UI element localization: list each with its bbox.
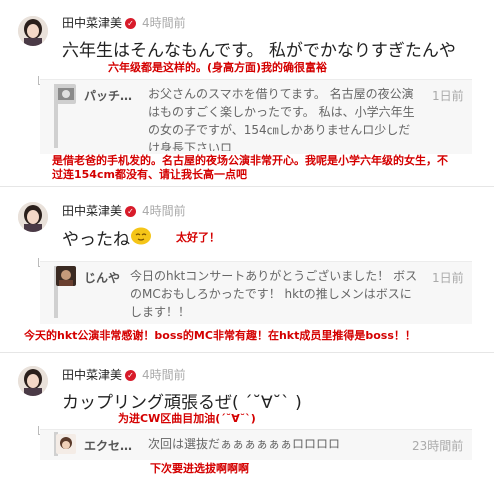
post-message: やったね [62,230,130,250]
translation-annotation: 为进CW区曲目加油(´˘∀˘`) [118,412,256,425]
reply-time[interactable]: 23時間前 [412,437,463,454]
verified-badge-icon: ✓ [125,370,137,381]
reply-translation-annotation: 今天的hkt公演非常感谢！boss的MC非常有趣！在hkt成员里推得是boss！… [24,329,416,342]
post-header: 田中菜津美 ✓ 4時間前 [62,14,186,31]
post-divider [0,186,494,187]
reply-text: 今日のhktコンサートありがとうございました！ ボスのMCおもしろかったです！ … [130,269,418,319]
smile-emoji-icon [130,225,152,245]
reply-username[interactable]: エクセ… [84,437,132,454]
translation-annotation: 六年级都是这样的。(身高方面)我的确很富裕 [108,61,328,74]
reply-time[interactable]: 1日前 [432,269,464,286]
reply-time[interactable]: 1日前 [432,87,464,104]
post-time[interactable]: 4時間前 [142,16,186,30]
reply-text: お父さんのスマホを借りてます。 名古屋の夜公演はものすごく楽しかったです。 私は… [148,87,415,151]
reply-text: 次回は選抜だぁぁぁぁぁぁロロロロ [148,437,341,451]
author-name[interactable]: 田中菜津美 [62,368,122,382]
post-header: 田中菜津美 ✓ 4時間前 [62,202,186,219]
verified-badge-icon: ✓ [125,18,137,29]
reply-translation-annotation: 是借老爸的手机发的。名古屋的夜场公演非常开心。我呢是小学六年级的女生，不过连15… [52,154,448,181]
avatar[interactable] [18,366,48,396]
avatar[interactable] [18,16,48,46]
reply-avatar[interactable] [56,84,76,104]
reply-username[interactable]: パッチ… [84,87,132,104]
author-name[interactable]: 田中菜津美 [62,16,122,30]
reply-translation-annotation: 下次要进选拔啊啊啊 [150,462,249,475]
reply-avatar[interactable] [56,266,76,286]
verified-badge-icon: ✓ [125,206,137,217]
post-header: 田中菜津美 ✓ 4時間前 [62,366,186,383]
author-name[interactable]: 田中菜津美 [62,204,122,218]
post-time[interactable]: 4時間前 [142,368,186,382]
avatar[interactable] [18,202,48,232]
translation-annotation: 太好了！ [176,231,220,244]
reply-username[interactable]: じんや [84,269,120,286]
reply-avatar[interactable] [56,434,76,454]
post-message: 六年生はそんなもんです。 私がでかなりすぎたんや [62,41,456,61]
post-time[interactable]: 4時間前 [142,204,186,218]
post-divider [0,352,494,353]
